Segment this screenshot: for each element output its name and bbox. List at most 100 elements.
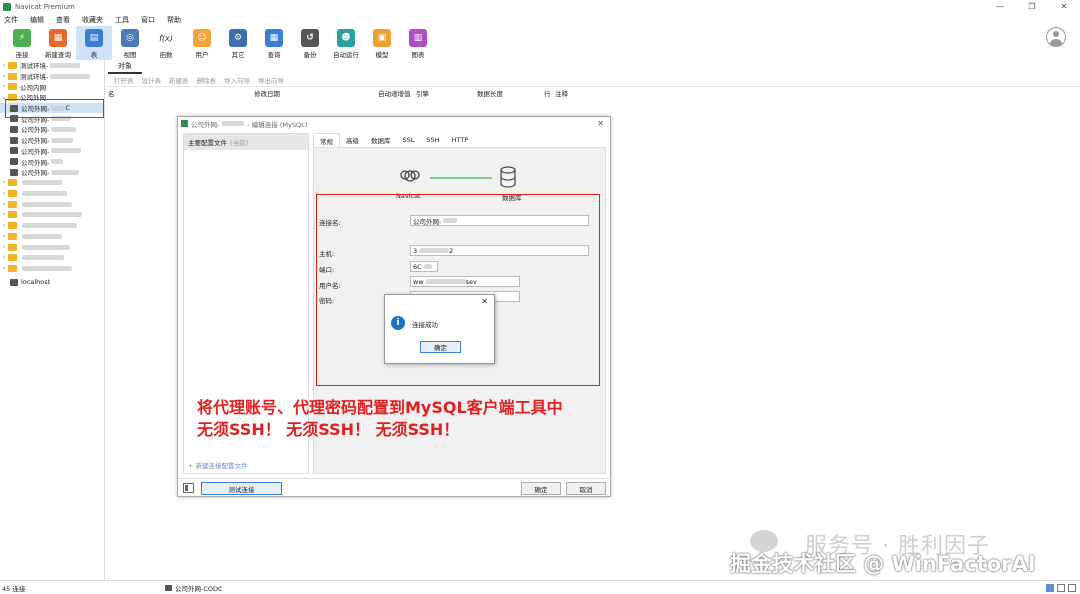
tree-folder[interactable]: ›	[0, 242, 104, 253]
tab-http[interactable]: HTTP	[446, 133, 475, 147]
minimize-button[interactable]: —	[984, 0, 1016, 13]
tree-folder[interactable]: ›	[0, 188, 104, 199]
tree-folder[interactable]: ›	[0, 199, 104, 210]
tree-connection[interactable]: 公司外网-	[0, 124, 104, 135]
tree-folder[interactable]: ›	[0, 252, 104, 263]
tree-folder[interactable]: ›	[0, 210, 104, 221]
object-action-2[interactable]: 新建表	[169, 75, 189, 85]
toolbar-label: 备份	[303, 51, 317, 59]
connection-tree: › 测试环境- › 测试环境- › 公司内网 ⌄ 公司外网 公司外网- C 公司外网- 公司外网- 公司…	[0, 60, 105, 580]
chevron-right-icon[interactable]: ›	[0, 222, 8, 229]
user-icon: ☺	[193, 29, 211, 47]
chevron-right-icon[interactable]: ›	[0, 62, 8, 69]
object-action-4[interactable]: 导入向导	[224, 75, 250, 85]
close-button[interactable]: ✕	[1048, 0, 1080, 13]
tree-item-label: 测试环境-	[20, 73, 49, 82]
menu-window[interactable]: 窗口	[137, 15, 163, 25]
new-profile-link[interactable]: + 新建连接配置文件	[188, 460, 248, 470]
col-comment[interactable]: 注释	[555, 88, 568, 98]
grid-view-icon[interactable]	[1046, 583, 1054, 592]
folder-icon	[8, 254, 17, 262]
chevron-right-icon[interactable]: ›	[0, 244, 8, 251]
tree-connection[interactable]: 公司外网-	[0, 146, 104, 157]
tree-connection[interactable]: 公司外网-	[0, 135, 104, 146]
toolbar-model-button[interactable]: ▣ 模型	[364, 26, 400, 60]
toolbar-label: 图表	[411, 51, 425, 59]
toolbar-new-query-button[interactable]: ▦ 新建查询	[40, 26, 76, 60]
object-action-1[interactable]: 设计表	[142, 75, 162, 85]
col-name[interactable]: 名	[108, 88, 115, 98]
tab-general[interactable]: 常规	[313, 133, 340, 147]
redacted-text	[22, 191, 67, 197]
tab-objects[interactable]: 对象	[108, 60, 142, 74]
tab-database[interactable]: 数据库	[365, 133, 397, 147]
folder-icon	[8, 264, 17, 272]
toolbar-chart-button[interactable]: ▥ 图表	[400, 26, 436, 60]
tree-item-label: 公司外网-	[21, 137, 50, 146]
toolbar-tools-button[interactable]: ⚙ 其它	[220, 26, 256, 60]
object-action-3[interactable]: 删除表	[197, 75, 217, 85]
chevron-right-icon[interactable]: ›	[0, 254, 8, 261]
col-modified[interactable]: 修改日期	[254, 88, 280, 98]
list-view-icon[interactable]	[1057, 583, 1065, 592]
tree-folder[interactable]: › 测试环境-	[0, 71, 104, 82]
tree-connection[interactable]: localhost	[0, 277, 104, 288]
popup-ok-button[interactable]: 确定	[420, 341, 461, 353]
toolbar-user-button[interactable]: ☺ 用户	[184, 26, 220, 60]
menu-edit[interactable]: 编辑	[26, 15, 52, 25]
col-rows[interactable]: 行	[544, 88, 551, 98]
col-datalength[interactable]: 数据长度	[477, 88, 503, 98]
test-connection-button[interactable]: 测试连接	[201, 482, 282, 495]
popup-close-icon[interactable]: ✕	[481, 297, 488, 306]
chevron-right-icon[interactable]: ›	[0, 265, 8, 272]
tab-ssl[interactable]: SSL	[397, 133, 421, 147]
tab-advanced[interactable]: 高级	[340, 133, 365, 147]
panel-toggle-icon[interactable]	[183, 483, 194, 493]
user-avatar-icon[interactable]	[1046, 27, 1066, 47]
toolbar-robot-button[interactable]: ☻ 自动运行	[328, 26, 364, 60]
menu-file[interactable]: 文件	[0, 15, 26, 25]
chevron-right-icon[interactable]: ›	[0, 190, 8, 197]
object-action-5[interactable]: 导出向导	[258, 75, 284, 85]
toolbar-table-button[interactable]: ▤ 表	[76, 26, 112, 60]
tree-item-label: 公司外网-	[21, 126, 50, 135]
menu-view[interactable]: 查看	[52, 15, 78, 25]
folder-icon	[8, 61, 17, 69]
menu-tools[interactable]: 工具	[111, 15, 137, 25]
menu-favorites[interactable]: 收藏夹	[78, 15, 111, 25]
redacted-text	[22, 180, 62, 186]
dialog-close-icon[interactable]: ✕	[597, 119, 604, 128]
tree-connection[interactable]: 公司外网-	[0, 167, 104, 178]
robot-icon: ☻	[337, 29, 355, 47]
chevron-right-icon[interactable]: ›	[0, 211, 8, 218]
toolbar-backup-button[interactable]: ↺ 备份	[292, 26, 328, 60]
col-autoinc[interactable]: 自动递增值	[378, 88, 411, 98]
chevron-right-icon[interactable]: ›	[0, 179, 8, 186]
cancel-button[interactable]: 取消	[566, 482, 606, 495]
tree-folder[interactable]: ›	[0, 178, 104, 189]
chevron-right-icon[interactable]: ›	[0, 233, 8, 240]
col-engine[interactable]: 引擎	[416, 88, 429, 98]
toolbar-function-button[interactable]: f(x) 函数	[148, 26, 184, 60]
object-action-0[interactable]: 打开表	[114, 75, 134, 85]
tree-folder[interactable]: ›	[0, 231, 104, 242]
tree-folder[interactable]: ›	[0, 263, 104, 274]
tree-folder[interactable]: › 测试环境-	[0, 60, 104, 71]
menu-help[interactable]: 帮助	[163, 15, 189, 25]
detail-view-icon[interactable]	[1068, 583, 1076, 592]
maximize-button[interactable]: ❐	[1016, 0, 1048, 13]
chevron-right-icon[interactable]: ›	[0, 73, 8, 80]
tree-item-label: 公司内网	[20, 83, 46, 92]
profile-item-main[interactable]: 主要配置文件 [当前]	[184, 134, 308, 150]
toolbar-query-button[interactable]: ▦ 查询	[256, 26, 292, 60]
chevron-right-icon[interactable]: ›	[0, 201, 8, 208]
dialog-title: 公司外网-	[191, 120, 220, 129]
tree-folder[interactable]: ›	[0, 220, 104, 231]
ok-button[interactable]: 确定	[521, 482, 561, 495]
tab-ssh[interactable]: SSH	[420, 133, 445, 147]
tree-folder[interactable]: › 公司内网	[0, 81, 104, 92]
tree-connection[interactable]: 公司外网-	[0, 156, 104, 167]
chevron-right-icon[interactable]: ›	[0, 83, 8, 90]
toolbar-connect-button[interactable]: ⚡ 连接	[4, 26, 40, 60]
toolbar-view-button[interactable]: ◎ 视图	[112, 26, 148, 60]
